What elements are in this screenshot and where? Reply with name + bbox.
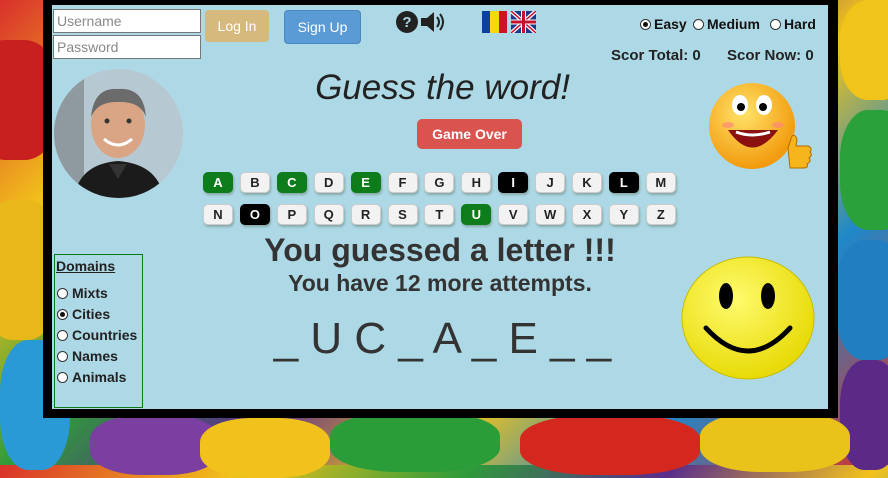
score-total: Scor Total: 0: [611, 47, 701, 64]
speaker-icon[interactable]: [419, 10, 449, 34]
radio-animals[interactable]: [57, 371, 68, 383]
question-circle-icon[interactable]: ?: [395, 10, 419, 34]
key-l[interactable]: L: [608, 172, 639, 193]
key-d[interactable]: D: [313, 172, 344, 193]
difficulty-medium-label: Medium: [707, 16, 760, 32]
key-w[interactable]: W: [535, 204, 566, 225]
domain-cities[interactable]: Cities: [57, 306, 110, 322]
domain-countries[interactable]: Countries: [57, 327, 137, 343]
background-candy: [200, 418, 330, 478]
key-m[interactable]: M: [645, 172, 676, 193]
background-candy: [840, 0, 888, 100]
domain-mixts[interactable]: Mixts: [57, 285, 108, 301]
key-g[interactable]: G: [424, 172, 455, 193]
smiley-face-icon: [681, 256, 815, 380]
radio-countries[interactable]: [57, 329, 68, 341]
avatar: [54, 69, 183, 198]
key-k[interactable]: K: [572, 172, 602, 193]
key-r[interactable]: R: [350, 204, 381, 225]
hidden-word: _ U C _ A _ E _ _: [273, 314, 612, 363]
uk-flag-icon[interactable]: [509, 9, 538, 35]
domains-title: Domains: [56, 258, 116, 274]
background-candy: [840, 110, 888, 230]
key-f[interactable]: F: [387, 172, 418, 193]
radio-cities[interactable]: [57, 308, 68, 320]
key-u[interactable]: U: [461, 204, 492, 225]
game-over-button[interactable]: Game Over: [417, 119, 522, 149]
difficulty-easy[interactable]: Easy: [640, 16, 687, 32]
key-b[interactable]: B: [239, 172, 270, 193]
domains-panel: Domains Mixts Cities Countries Names Ani…: [54, 254, 143, 408]
radio-medium[interactable]: [693, 18, 704, 30]
domain-countries-label: Countries: [72, 327, 138, 343]
key-e[interactable]: E: [350, 172, 381, 193]
domain-mixts-label: Mixts: [72, 285, 108, 301]
key-p[interactable]: P: [276, 204, 307, 225]
key-i[interactable]: I: [498, 172, 529, 193]
domain-cities-label: Cities: [72, 306, 111, 322]
key-j[interactable]: J: [535, 172, 566, 193]
signup-button[interactable]: Sign Up: [284, 10, 361, 44]
key-v[interactable]: V: [498, 204, 529, 225]
result-headline: You guessed a letter !!!: [264, 232, 616, 268]
key-t[interactable]: T: [424, 204, 455, 225]
key-c[interactable]: C: [276, 172, 307, 193]
page-title: Guess the word!: [315, 68, 570, 107]
radio-hard[interactable]: [770, 18, 781, 30]
background-candy: [700, 412, 850, 472]
radio-easy[interactable]: [640, 18, 651, 30]
domain-names[interactable]: Names: [57, 348, 118, 364]
thumbs-up-emoji-icon: [706, 80, 818, 180]
key-h[interactable]: H: [461, 172, 492, 193]
difficulty-hard-label: Hard: [784, 16, 816, 32]
key-q[interactable]: Q: [313, 204, 344, 225]
login-button[interactable]: Log In: [205, 10, 269, 42]
score-now: Scor Now: 0: [727, 47, 814, 64]
key-z[interactable]: Z: [645, 204, 676, 225]
svg-text:?: ?: [402, 14, 411, 31]
background-candy: [836, 240, 888, 360]
key-a[interactable]: A: [203, 172, 233, 193]
difficulty-hard[interactable]: Hard: [770, 16, 816, 32]
password-input[interactable]: [53, 35, 201, 59]
difficulty-easy-label: Easy: [654, 16, 687, 32]
difficulty-medium[interactable]: Medium: [693, 16, 760, 32]
attempts-remaining: You have 12 more attempts.: [288, 270, 592, 296]
background-candy: [520, 415, 700, 475]
romania-flag-icon[interactable]: [482, 11, 507, 33]
key-o[interactable]: O: [239, 204, 270, 225]
radio-names[interactable]: [57, 350, 68, 362]
domain-animals[interactable]: Animals: [57, 369, 126, 385]
key-s[interactable]: S: [387, 204, 418, 225]
key-x[interactable]: X: [572, 204, 602, 225]
username-input[interactable]: [53, 9, 201, 33]
background-candy: [330, 412, 500, 472]
radio-mixts[interactable]: [57, 287, 68, 299]
domain-animals-label: Animals: [72, 369, 127, 385]
domain-names-label: Names: [72, 348, 118, 364]
key-n[interactable]: N: [203, 204, 233, 225]
key-y[interactable]: Y: [608, 204, 639, 225]
